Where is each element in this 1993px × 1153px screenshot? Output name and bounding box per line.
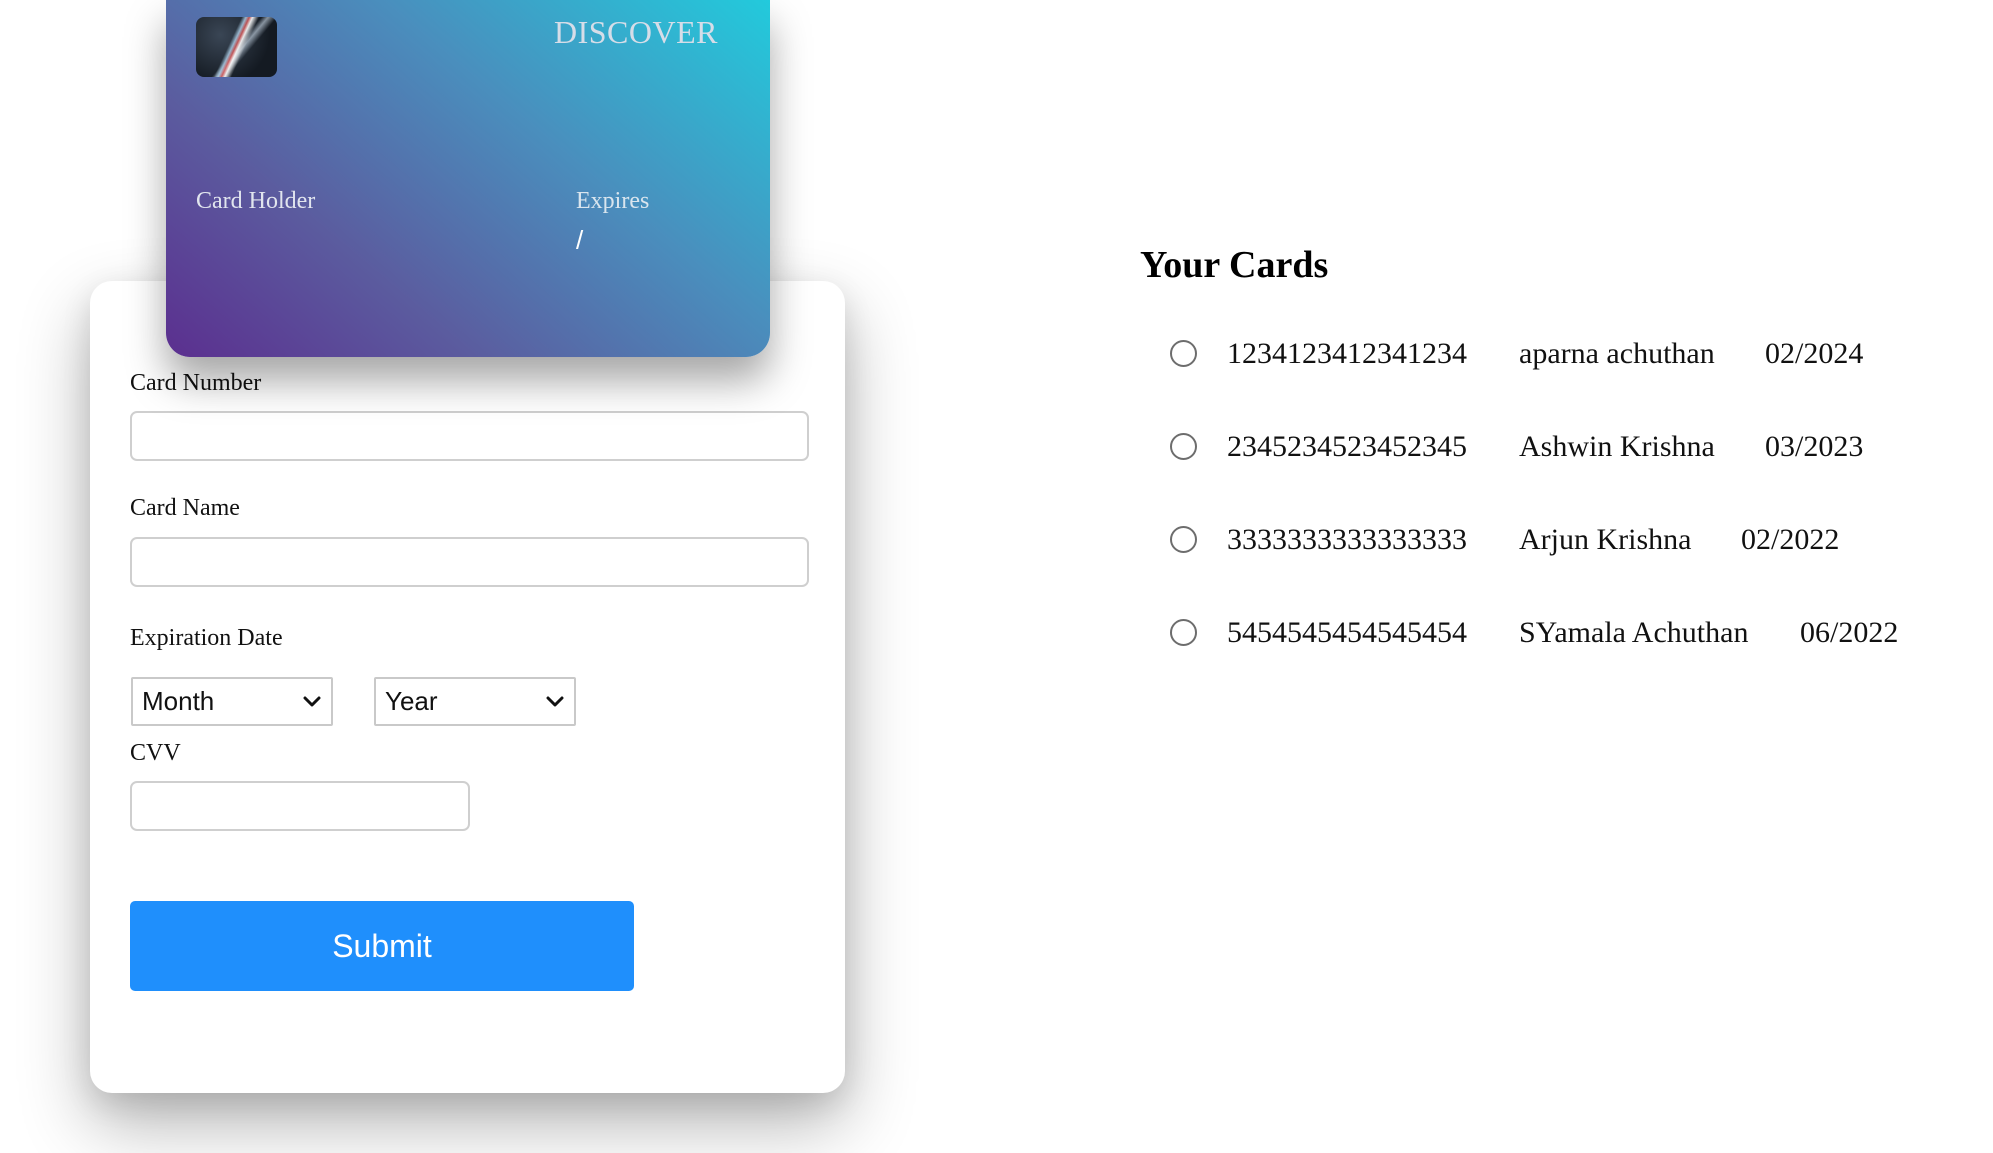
year-select[interactable]: Year [374, 677, 576, 726]
submit-button[interactable]: Submit [130, 901, 634, 991]
saved-card-row[interactable]: 3333333333333333 Arjun Krishna 02/2022 [1170, 523, 1950, 573]
card-expires-value: / [576, 225, 584, 255]
month-select-value: Month [142, 686, 215, 716]
cvv-input[interactable] [130, 781, 470, 831]
page-root: DISCOVER Card Holder Expires / Card Numb… [0, 0, 1993, 1153]
saved-cards-title: Your Cards [1140, 244, 1329, 286]
card-expires-label: Expires [576, 188, 650, 214]
card-name-input[interactable] [130, 537, 809, 587]
saved-card-number: 3333333333333333 [1227, 523, 1467, 556]
saved-card-name: Ashwin Krishna [1519, 430, 1715, 463]
saved-card-row[interactable]: 2345234523452345 Ashwin Krishna 03/2023 [1170, 430, 1950, 480]
card-name-label: Card Name [130, 495, 240, 521]
saved-card-number: 2345234523452345 [1227, 430, 1467, 463]
month-select[interactable]: Month [131, 677, 333, 726]
card-holder-label: Card Holder [196, 188, 316, 214]
saved-card-number: 1234123412341234 [1227, 337, 1467, 370]
saved-card-expiry: 02/2024 [1765, 337, 1864, 370]
saved-card-radio[interactable] [1170, 340, 1197, 367]
saved-card-expiry: 02/2022 [1741, 523, 1840, 556]
saved-card-expiry: 03/2023 [1765, 430, 1864, 463]
chevron-down-icon [536, 679, 574, 724]
saved-card-radio[interactable] [1170, 433, 1197, 460]
saved-card-radio[interactable] [1170, 526, 1197, 553]
card-number-label: Card Number [130, 370, 262, 396]
saved-card-number: 5454545454545454 [1227, 616, 1467, 649]
saved-card-radio[interactable] [1170, 619, 1197, 646]
cvv-label: CVV [130, 740, 181, 766]
year-select-value: Year [385, 686, 438, 716]
saved-card-row[interactable]: 5454545454545454 SYamala Achuthan 06/202… [1170, 616, 1950, 666]
saved-card-name: SYamala Achuthan [1519, 616, 1749, 649]
saved-card-row[interactable]: 1234123412341234 aparna achuthan 02/2024 [1170, 337, 1950, 387]
credit-card-preview: DISCOVER Card Holder Expires / [166, 0, 770, 357]
card-number-input[interactable] [130, 411, 809, 461]
chevron-down-icon [293, 679, 331, 724]
card-brand: DISCOVER [553, 14, 718, 50]
saved-card-expiry: 06/2022 [1800, 616, 1899, 649]
card-chip-image [196, 17, 277, 77]
saved-card-name: aparna achuthan [1519, 337, 1715, 370]
expiration-date-label: Expiration Date [130, 625, 283, 651]
saved-card-name: Arjun Krishna [1519, 523, 1692, 556]
